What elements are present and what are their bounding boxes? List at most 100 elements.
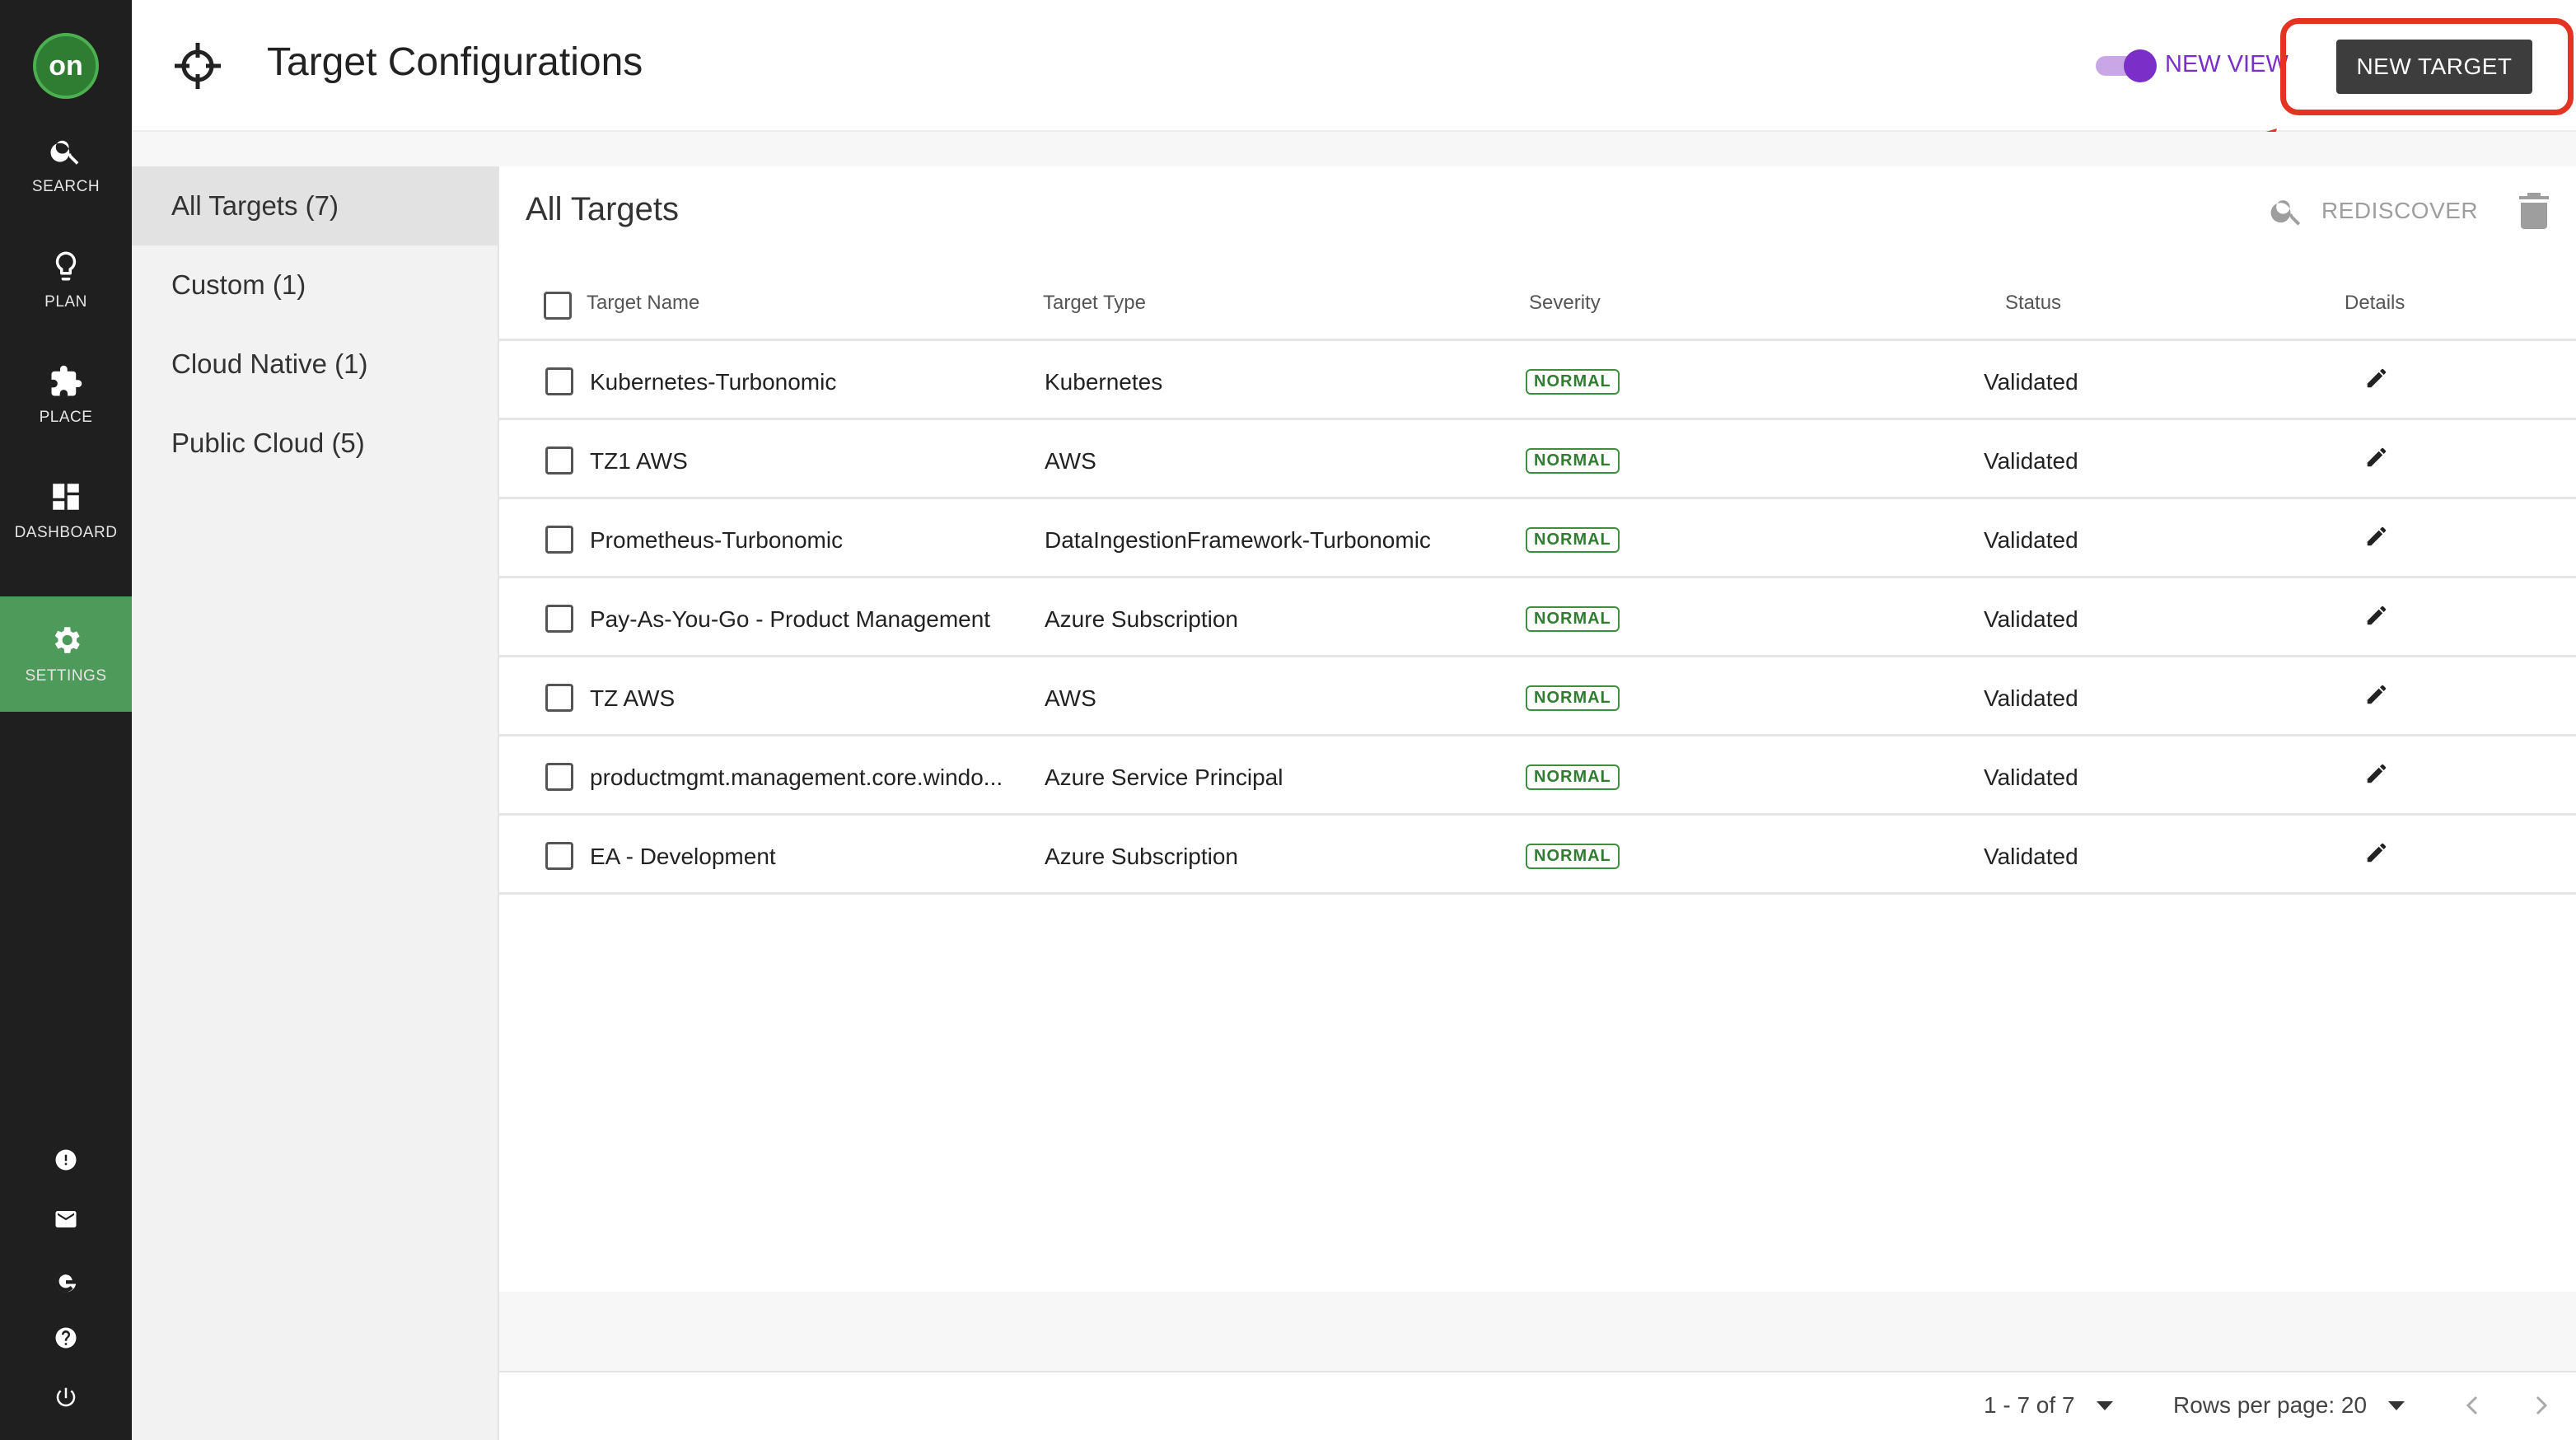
rediscover-label: REDISCOVER [2321, 198, 2479, 223]
column-severity[interactable]: Severity [1529, 292, 1601, 315]
targets-panel: All Targets REDISCOVER Target Name Targe… [499, 166, 2576, 1440]
rows-per-page-select[interactable]: Rows per page: 20 [2173, 1392, 2405, 1419]
table-row[interactable]: Kubernetes-Turbonomic Kubernetes NORMAL … [499, 341, 2576, 420]
target-status: Validated [1984, 527, 2078, 553]
target-name: TZ AWS [590, 685, 676, 711]
severity-badge: NORMAL [1526, 369, 1620, 395]
trash-icon [2519, 193, 2549, 229]
nav-item-settings[interactable]: SETTINGS [0, 596, 132, 712]
gear-icon [54, 627, 80, 653]
annotation-highlight-box [2280, 18, 2574, 115]
target-status: Validated [1984, 606, 2078, 632]
rediscover-button[interactable]: REDISCOVER [2269, 193, 2478, 229]
nav-item-search[interactable]: SEARCH [0, 107, 132, 222]
footer-divider [499, 1371, 2576, 1372]
target-name: EA - Development [590, 844, 776, 869]
g-icon[interactable] [51, 1267, 81, 1297]
target-type: Azure Service Principal [1045, 764, 1283, 790]
row-checkbox[interactable] [545, 526, 573, 554]
severity-badge: NORMAL [1526, 606, 1620, 632]
row-checkbox[interactable] [545, 605, 573, 633]
search-icon [50, 140, 79, 165]
severity-badge: NORMAL [1526, 527, 1620, 553]
target-type: Azure Subscription [1045, 606, 1239, 632]
left-nav: on SEARCH PLAN PLACE DASHBOARD SETTINGS [0, 0, 132, 1440]
category-custom[interactable]: Custom (1) [132, 245, 498, 325]
target-type: AWS [1045, 685, 1096, 711]
target-type: DataIngestionFramework-Turbonomic [1045, 527, 1431, 553]
previous-page-button[interactable] [2460, 1391, 2485, 1420]
table-row[interactable]: TZ1 AWS AWS NORMAL Validated [499, 420, 2576, 499]
panel-title: All Targets [526, 191, 680, 227]
nav-label: PLACE [39, 409, 93, 426]
help-icon[interactable] [51, 1323, 81, 1353]
table-header: Target Name Target Type Severity Status … [499, 269, 2576, 341]
rows-per-page: Rows per page: 20 [2173, 1392, 2368, 1418]
column-target-type[interactable]: Target Type [1043, 292, 1146, 315]
target-type: AWS [1045, 448, 1096, 474]
target-type: Azure Subscription [1045, 844, 1239, 869]
target-name: TZ1 AWS [590, 448, 688, 474]
edit-icon[interactable] [2364, 445, 2391, 471]
edit-icon[interactable] [2364, 761, 2391, 788]
edit-icon[interactable] [2364, 682, 2391, 708]
severity-badge: NORMAL [1526, 764, 1620, 790]
edit-icon[interactable] [2364, 603, 2391, 629]
nav-label: SETTINGS [25, 667, 107, 685]
delete-button[interactable] [2519, 193, 2549, 229]
category-sidebar: All Targets (7) Custom (1) Cloud Native … [132, 166, 499, 1440]
severity-badge: NORMAL [1526, 448, 1620, 474]
table-row[interactable]: EA - Development Azure Subscription NORM… [499, 816, 2576, 895]
category-cloud-native[interactable]: Cloud Native (1) [132, 325, 498, 404]
row-checkbox[interactable] [545, 684, 573, 712]
column-details: Details [2345, 292, 2405, 314]
table-row[interactable]: Prometheus-Turbonomic DataIngestionFrame… [499, 499, 2576, 578]
row-checkbox[interactable] [545, 446, 573, 475]
table-row[interactable]: TZ AWS AWS NORMAL Validated [499, 657, 2576, 736]
rediscover-search-icon [2270, 200, 2301, 226]
new-view-label[interactable]: NEW VIEW [2165, 51, 2288, 78]
target-name: Pay-As-You-Go - Product Management [590, 606, 991, 632]
crosshair-icon [175, 43, 221, 89]
target-type: Kubernetes [1045, 369, 1163, 395]
nav-item-dashboard[interactable]: DASHBOARD [0, 453, 132, 568]
subheader-strip [132, 132, 2576, 166]
nav-item-plan[interactable]: PLAN [0, 222, 132, 338]
target-status: Validated [1984, 685, 2078, 711]
power-icon[interactable] [51, 1382, 81, 1412]
column-target-name[interactable]: Target Name [587, 292, 699, 315]
chevron-down-icon [2096, 1400, 2113, 1410]
select-all-checkbox[interactable] [544, 292, 572, 320]
category-public-cloud[interactable]: Public Cloud (5) [132, 404, 498, 483]
page-range-select[interactable]: 1 - 7 of 7 [1984, 1392, 2113, 1419]
chevron-down-icon [2388, 1400, 2405, 1410]
new-view-toggle[interactable] [2096, 49, 2157, 82]
target-status: Validated [1984, 764, 2078, 790]
target-name: productmgmt.management.core.windo... [590, 764, 1003, 790]
nav-label: SEARCH [31, 178, 101, 195]
row-checkbox[interactable] [545, 763, 573, 791]
page-range: 1 - 7 of 7 [1984, 1392, 2075, 1418]
nav-item-place[interactable]: PLACE [0, 338, 132, 453]
category-all-targets[interactable]: All Targets (7) [132, 166, 498, 245]
edit-icon[interactable] [2364, 524, 2391, 550]
target-name: Prometheus-Turbonomic [590, 527, 844, 553]
edit-icon[interactable] [2364, 366, 2391, 392]
table-row[interactable]: Pay-As-You-Go - Product Management Azure… [499, 578, 2576, 657]
puzzle-icon [51, 365, 82, 396]
mail-icon[interactable] [51, 1204, 81, 1234]
chevron-right-icon [2536, 1396, 2548, 1415]
chevron-left-icon [2466, 1396, 2478, 1415]
target-name: Kubernetes-Turbonomic [590, 369, 837, 395]
target-status: Validated [1984, 844, 2078, 869]
column-status[interactable]: Status [2005, 292, 2061, 315]
nav-label: DASHBOARD [14, 524, 118, 541]
edit-icon[interactable] [2364, 840, 2391, 867]
table-row[interactable]: productmgmt.management.core.windo... Azu… [499, 736, 2576, 816]
next-page-button[interactable] [2529, 1391, 2554, 1420]
logo[interactable]: on [33, 33, 99, 99]
row-checkbox[interactable] [545, 842, 573, 870]
alert-icon[interactable] [51, 1145, 81, 1175]
row-checkbox[interactable] [545, 367, 573, 395]
target-status: Validated [1984, 369, 2078, 395]
